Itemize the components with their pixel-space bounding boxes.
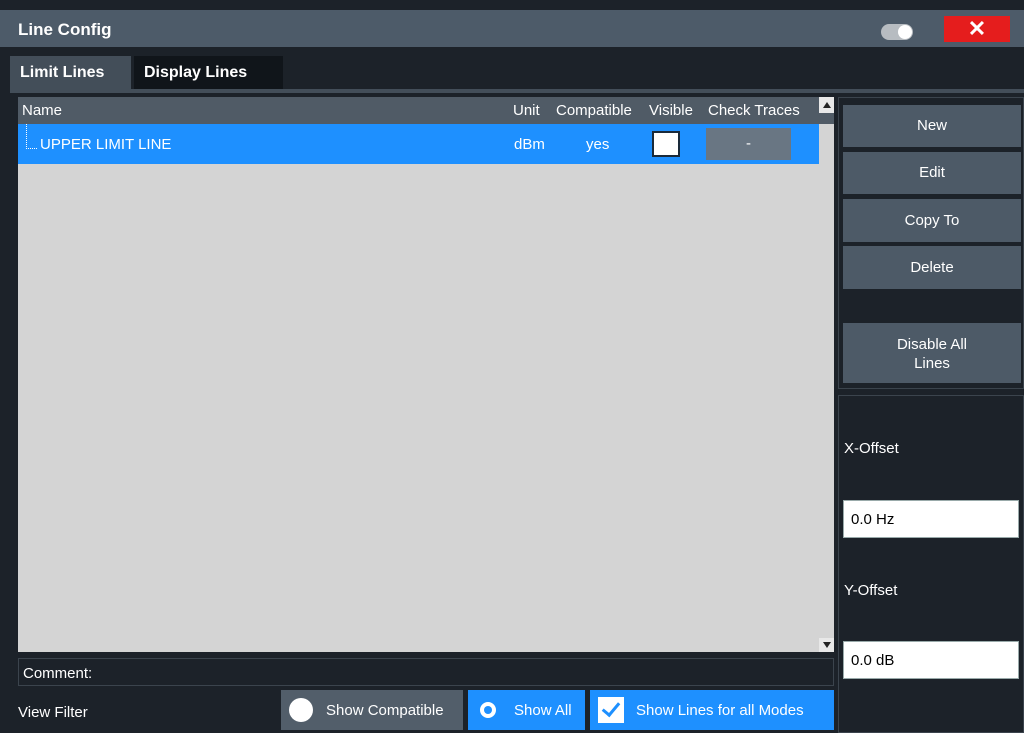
edit-button[interactable]: Edit [843,152,1021,194]
row-check-traces[interactable]: - [706,128,791,160]
column-header-compatible[interactable]: Compatible [556,102,632,119]
dialog-titlebar: Line Config ✕ [0,10,1024,47]
scroll-up-arrow-icon[interactable] [819,97,834,113]
row-name: UPPER LIMIT LINE [40,136,172,153]
y-offset-label: Y-Offset [844,582,898,599]
comment-label: Comment: [23,665,93,682]
column-header-visible[interactable]: Visible [649,102,693,119]
show-compatible-label: Show Compatible [326,702,444,719]
limit-lines-table: Name Unit Compatible Visible Check Trace… [18,97,834,652]
tab-underline [10,89,1024,93]
table-row[interactable]: UPPER LIMIT LINE dBm yes - [18,124,819,164]
show-all-label: Show All [514,702,572,719]
show-lines-all-modes-checkbox[interactable]: Show Lines for all Modes [590,690,834,730]
show-all-radio[interactable]: Show All [468,690,585,730]
row-visible-checkbox[interactable] [652,131,680,157]
view-filter-label: View Filter [18,704,88,721]
dialog-title: Line Config [18,20,112,39]
close-button[interactable]: ✕ [944,16,1010,42]
toggle-knob [898,25,912,39]
new-button[interactable]: New [843,105,1021,147]
row-compatible: yes [586,136,610,153]
table-header: Name Unit Compatible Visible Check Trace… [18,97,834,124]
radio-icon [476,698,500,722]
row-unit: dBm [514,136,545,153]
tree-branch-icon [26,124,37,149]
y-offset-input[interactable]: 0.0 dB [843,641,1019,679]
comment-field[interactable]: Comment: [18,658,834,686]
disable-all-lines-button[interactable]: Disable All Lines [843,323,1021,383]
copy-to-button[interactable]: Copy To [843,199,1021,242]
column-header-check-traces[interactable]: Check Traces [708,102,800,119]
delete-button[interactable]: Delete [843,246,1021,289]
tab-limit-lines[interactable]: Limit Lines [10,56,131,89]
column-header-unit[interactable]: Unit [513,102,540,119]
tab-display-lines[interactable]: Display Lines [134,56,283,89]
show-lines-all-modes-label: Show Lines for all Modes [636,702,804,719]
show-compatible-radio[interactable]: Show Compatible [281,690,463,730]
x-offset-input[interactable]: 0.0 Hz [843,500,1019,538]
column-header-name[interactable]: Name [22,102,62,119]
radio-icon [289,698,313,722]
x-offset-label: X-Offset [844,440,899,457]
scroll-down-arrow-icon[interactable] [819,638,834,652]
checkbox-icon [598,697,624,723]
close-icon: ✕ [967,16,987,41]
toggle-icon[interactable] [881,24,913,40]
